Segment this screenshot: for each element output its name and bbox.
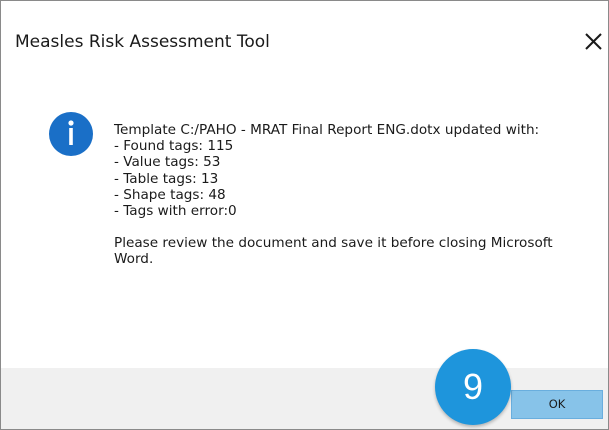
- message-line: - Value tags: 53: [114, 154, 221, 171]
- message-dialog: Measles Risk Assessment Tool Template C:…: [0, 0, 609, 430]
- close-button[interactable]: [573, 25, 608, 57]
- close-icon: [585, 33, 602, 50]
- message-line: - Table tags: 13: [114, 170, 219, 187]
- message-line: Template C:/PAHO - MRAT Final Report ENG…: [114, 122, 540, 138]
- message-line: - Shape tags: 48: [114, 186, 226, 203]
- dialog-footer: OK: [1, 368, 608, 429]
- message-line: - Found tags: 115: [114, 138, 234, 155]
- message-line: - Tags with error:0: [114, 203, 237, 220]
- message-text: Template C:/PAHO - MRAT Final Report ENG…: [114, 122, 600, 268]
- info-icon: [48, 111, 94, 157]
- message-note: Please review the document and save it b…: [114, 235, 553, 268]
- step-number-badge: 9: [435, 349, 511, 425]
- ok-button[interactable]: OK: [511, 390, 603, 419]
- dialog-title: Measles Risk Assessment Tool: [15, 32, 270, 52]
- title-bar: Measles Risk Assessment Tool: [1, 1, 608, 87]
